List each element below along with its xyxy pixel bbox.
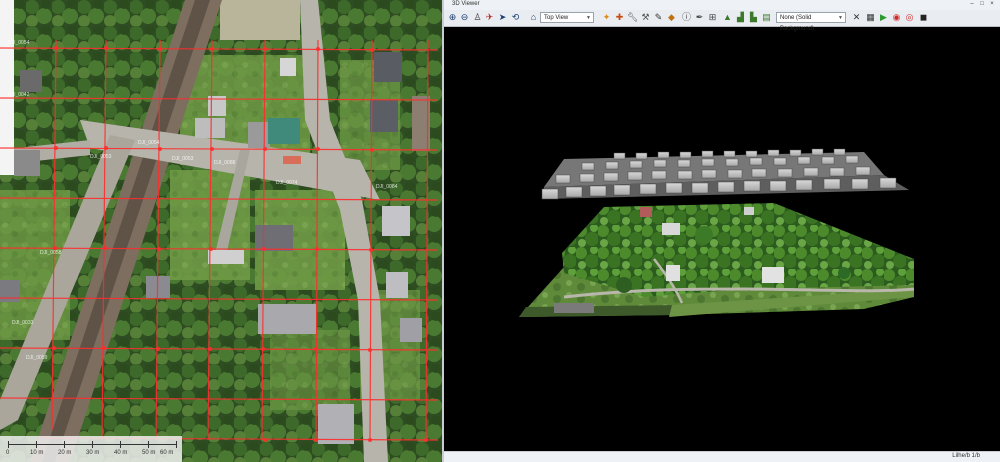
walk-icon[interactable]: ♙ [472, 12, 483, 23]
fly-icon[interactable]: ✈ [484, 12, 495, 23]
grid-label: DJI_0053 [172, 156, 194, 162]
move-icon[interactable]: ✚ [614, 12, 625, 23]
settings-icon[interactable]: ▙ [748, 12, 759, 23]
crosshair-icon[interactable]: ✦ [601, 12, 612, 23]
close-icon[interactable]: × [988, 1, 996, 8]
grid-label: DJI_0053 [90, 154, 112, 160]
grid-label: DJI_0054 [8, 40, 30, 46]
grid-label: DJI_0086 [214, 160, 236, 166]
view-select[interactable]: Top View ▼ [540, 12, 594, 23]
camera-positions [541, 148, 909, 200]
viewer-title: 3D Viewer [452, 1, 480, 7]
orthomosaic-map[interactable]: DJI_0054 DJI_0053 DJI_0086 DJI_0074 DJI_… [0, 0, 442, 462]
scale-tick: 30 m [86, 450, 100, 456]
grid-label: DJI_0054 [138, 140, 160, 146]
image-icon[interactable]: ▤ [761, 12, 772, 23]
select-icon[interactable]: ➤ [497, 12, 508, 23]
zoom-out-icon[interactable]: ⊖ [459, 12, 470, 23]
viewer-statusbar: Lilhe/b 1/b [444, 451, 1000, 462]
wrench-icon[interactable]: 🔧︎ [627, 12, 638, 23]
terrain-icon[interactable]: ▲ [722, 12, 733, 23]
maximize-icon[interactable]: □ [978, 1, 986, 8]
scale-tick: 50 m [142, 450, 156, 456]
home-icon[interactable]: ⌂ [528, 12, 539, 23]
grid-label: DJI_0042 [8, 92, 30, 98]
3d-viewer-window: 3D Viewer – □ × ⊕ ⊖ ♙ ✈ ➤ ⟲ ⌂ Top View ▼… [444, 0, 1000, 462]
ruler-icon[interactable]: ◆ [666, 12, 677, 23]
3d-scene[interactable] [444, 27, 1000, 452]
hierarchy-icon[interactable]: ⊞ [707, 12, 718, 23]
grid-label: DJI_0033 [12, 320, 34, 326]
scale-tick: 0 [6, 450, 10, 456]
info-icon[interactable]: ⓘ [681, 12, 692, 23]
scale-tick: 10 m [30, 450, 44, 456]
scale-bar: 0 10 m 20 m 30 m 40 m 50 m 60 m [0, 436, 182, 462]
zoom-in-icon[interactable]: ⊕ [447, 12, 458, 23]
scale-tick: 20 m [58, 450, 72, 456]
grid-label: DJI_0058 [40, 250, 62, 256]
grid-label: DJI_0084 [376, 184, 398, 190]
view-select-value: Top View [544, 15, 569, 21]
eyedropper-icon[interactable]: ✒ [694, 12, 705, 23]
play-icon[interactable]: ▶ [878, 12, 889, 23]
scale-tick: 60 m [160, 450, 174, 456]
status-text: Lilhe/b 1/b [952, 453, 980, 459]
pencil-icon[interactable]: ✎ [653, 12, 664, 23]
stop-icon[interactable]: ◎ [904, 12, 915, 23]
chevron-down-icon: ▼ [838, 15, 843, 21]
chevron-down-icon: ▼ [586, 15, 591, 21]
point-cloud-model [519, 203, 915, 317]
grid-label: DJI_0059 [26, 355, 48, 361]
grid-label: DJI_0074 [276, 180, 298, 186]
camera-icon[interactable]: ◼ [918, 12, 929, 23]
viewer-toolbar: ⊕ ⊖ ♙ ✈ ➤ ⟲ ⌂ Top View ▼ ✦ ✚ 🔧︎ ⚒ ✎ ◆ ⓘ … [444, 10, 1000, 32]
background-select[interactable]: None (Solid Background) ▼ [776, 12, 846, 32]
record-icon[interactable]: ◉ [891, 12, 902, 23]
rotate-icon[interactable]: ⟲ [510, 12, 521, 23]
scale-tick: 40 m [114, 450, 128, 456]
chart-icon[interactable]: ▟ [735, 12, 746, 23]
measure-icon[interactable]: ⚒ [640, 12, 651, 23]
close-tool-icon[interactable]: ✕ [851, 12, 862, 23]
minimize-icon[interactable]: – [968, 1, 976, 8]
map-canvas [0, 0, 442, 462]
film-icon[interactable]: ▦ [865, 12, 876, 23]
